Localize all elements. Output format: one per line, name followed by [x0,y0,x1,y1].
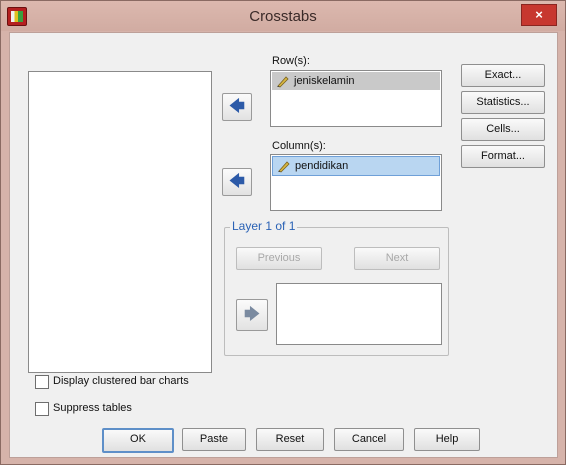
suppress-tables-checkbox[interactable] [35,402,49,416]
arrow-left-icon: 🡄 [229,98,245,115]
move-to-rows-button[interactable]: 🡄 [222,93,252,121]
cancel-button[interactable]: Cancel [334,428,404,451]
previous-layer-button[interactable]: Previous [236,247,322,270]
columns-list[interactable]: pendidikan [270,154,442,211]
format-button[interactable]: Format... [461,145,545,168]
move-to-columns-button[interactable]: 🡄 [222,168,252,196]
exact-button[interactable]: Exact... [461,64,545,87]
reset-button[interactable]: Reset [256,428,324,451]
source-variable-list[interactable] [28,71,212,373]
ok-button[interactable]: OK [102,428,174,453]
statistics-button[interactable]: Statistics... [461,91,545,114]
paste-button[interactable]: Paste [182,428,246,451]
columns-label: Column(s): [272,140,326,152]
layer-list[interactable] [276,283,442,345]
clustered-bar-charts-label: Display clustered bar charts [53,375,189,387]
next-layer-button[interactable]: Next [354,247,440,270]
rows-item-label: jeniskelamin [294,75,355,87]
clustered-bar-charts-checkbox[interactable] [35,375,49,389]
crosstabs-dialog: Crosstabs × Row(s): 🡄 jeniskelamin Colum… [0,0,566,465]
arrow-right-icon: 🡆 [244,306,260,323]
arrow-left-icon: 🡄 [229,173,245,190]
pencil-ruler-icon [277,76,289,88]
cells-button[interactable]: Cells... [461,118,545,141]
help-button[interactable]: Help [414,428,480,451]
title-bar: Crosstabs × [1,1,565,31]
rows-list[interactable]: jeniskelamin [270,70,442,127]
columns-item-label: pendidikan [295,160,349,172]
layer-group-title: Layer 1 of 1 [230,219,298,233]
rows-list-item[interactable]: jeniskelamin [272,72,440,90]
pencil-ruler-icon [278,161,290,173]
window-title: Crosstabs [249,8,317,25]
rows-label: Row(s): [272,55,310,67]
close-button[interactable]: × [521,4,557,26]
dialog-body: Row(s): 🡄 jeniskelamin Column(s): 🡄 pend… [9,32,558,458]
columns-list-item[interactable]: pendidikan [272,156,440,176]
move-to-layer-button[interactable]: 🡆 [236,299,268,331]
suppress-tables-label: Suppress tables [53,402,132,414]
